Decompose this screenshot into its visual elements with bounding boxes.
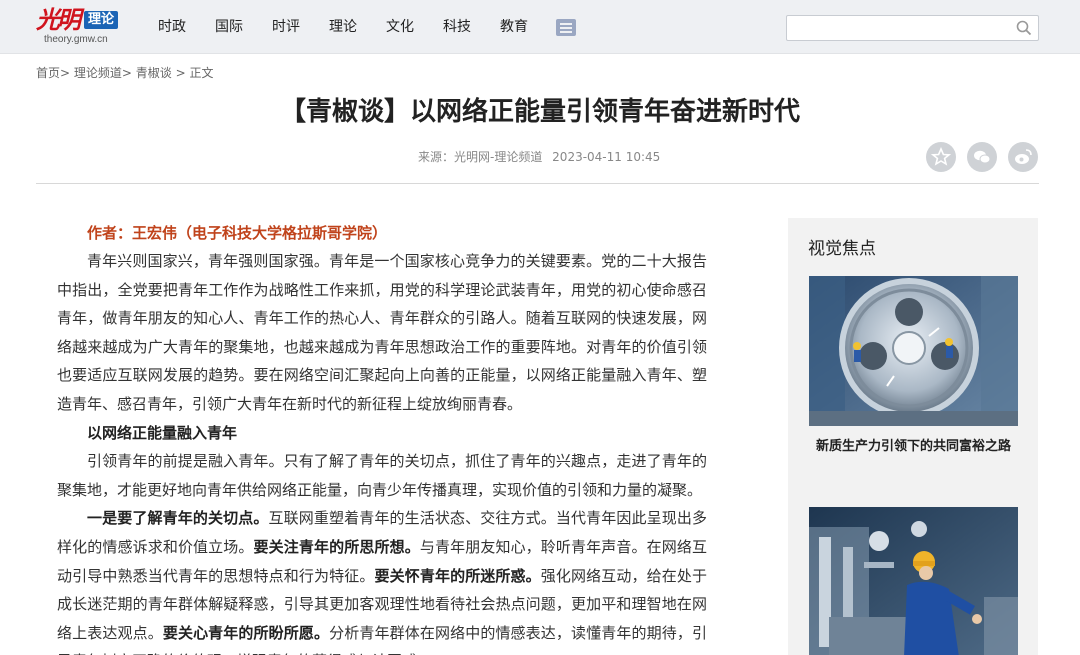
article-paragraph: 引领青年的前提是融入青年。只有了解了青年的关切点，抓住了青年的兴趣点，走进了青年… <box>57 452 707 499</box>
top-bar: 光明 理论 theory.gmw.cn 时政 国际 时评 理论 文化 科技 教育 <box>0 0 1080 54</box>
breadcrumb-qingjiaotan[interactable]: 青椒谈 <box>136 66 172 80</box>
logo-badge: 理论 <box>84 11 119 29</box>
search-input[interactable] <box>787 16 1007 40</box>
nav-item-lilun[interactable]: 理论 <box>329 17 357 37</box>
article-date: 2023-04-11 10:45 <box>552 150 661 164</box>
article-paragraph: 一是要了解青年的关切点。互联网重塑着青年的生活状态、交往方式。当代青年因此呈现出… <box>57 504 707 655</box>
focus-caption[interactable]: 新质生产力引领下的共同富裕之路 <box>809 438 1018 456</box>
focus-image-wind-turbine[interactable] <box>809 276 1018 426</box>
breadcrumb-home[interactable]: 首页 <box>36 66 60 80</box>
emphasis-text: 要关注青年的所思所想。 <box>253 537 420 556</box>
article-title: 【青椒谈】以网络正能量引领青年奋进新时代 <box>279 97 800 127</box>
share-favorite-button[interactable] <box>926 142 956 172</box>
search-icon[interactable] <box>1016 20 1032 36</box>
main-nav: 时政 国际 时评 理论 文化 科技 教育 <box>158 17 557 37</box>
logo-brush-text: 光明 <box>36 5 81 34</box>
emphasis-text: 要关心青年的所盼所愿。 <box>162 623 330 642</box>
article-meta: 来源：光明网-理论频道 2023-04-11 10:45 <box>418 149 666 165</box>
article-subheading: 以网络正能量融入青年 <box>87 423 238 442</box>
logo-url: theory.gmw.cn <box>44 34 108 45</box>
breadcrumb: 首页> 理论频道> 青椒谈 > 正文 <box>36 66 214 80</box>
nav-item-keji[interactable]: 科技 <box>443 17 471 37</box>
article-author: 作者：王宏伟（电子科技大学格拉斯哥学院） <box>87 224 388 242</box>
sidebar-title: 视觉焦点 <box>808 239 876 259</box>
weibo-icon <box>1015 149 1032 164</box>
emphasis-text: 一是要了解青年的关切点。 <box>87 509 269 528</box>
breadcrumb-theory-channel[interactable]: 理论频道 <box>74 66 122 80</box>
site-logo[interactable]: 光明 理论 theory.gmw.cn <box>36 6 126 48</box>
search-box <box>786 15 1039 41</box>
article-body: 作者：王宏伟（电子科技大学格拉斯哥学院） 青年兴则国家兴，青年强则国家强。青年是… <box>57 219 707 655</box>
nav-item-jiaoyu[interactable]: 教育 <box>500 17 528 37</box>
focus-image-factory-worker[interactable] <box>809 507 1018 655</box>
article-paragraph: 青年兴则国家兴，青年强则国家强。青年是一个国家核心竞争力的关键要素。党的二十大报… <box>57 252 707 413</box>
nav-item-guoji[interactable]: 国际 <box>215 17 243 37</box>
article-source: 来源：光明网-理论频道 <box>418 150 543 164</box>
share-wechat-button[interactable] <box>967 142 997 172</box>
nav-item-wenhua[interactable]: 文化 <box>386 17 414 37</box>
sidebar-visual-focus: 视觉焦点 新质生产力引领下的共同富裕之路 <box>788 218 1038 655</box>
header-divider <box>36 183 1039 184</box>
emphasis-text: 要关怀青年的所迷所惑。 <box>374 566 541 585</box>
share-weibo-button[interactable] <box>1008 142 1038 172</box>
breadcrumb-current: 正文 <box>189 66 214 80</box>
nav-item-shizheng[interactable]: 时政 <box>158 17 186 37</box>
star-icon <box>931 147 951 166</box>
nav-item-shiping[interactable]: 时评 <box>272 17 300 37</box>
menu-icon[interactable] <box>556 19 576 36</box>
wechat-icon <box>974 150 991 164</box>
